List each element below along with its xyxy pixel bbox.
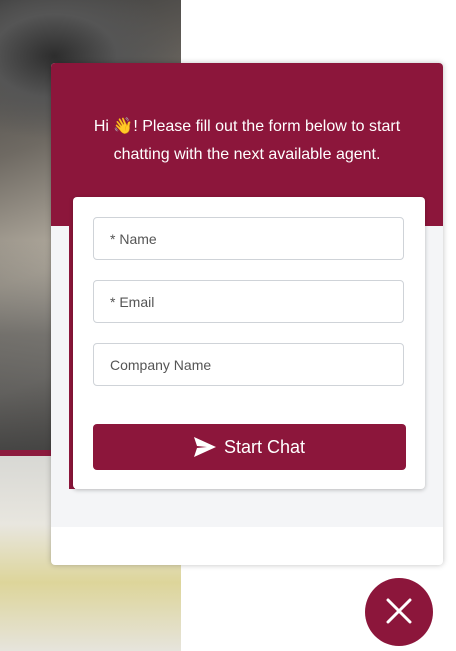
greeting-text: ! Please fill out the form below to star… [113,118,401,163]
close-chat-button[interactable] [365,578,433,646]
send-icon [193,437,216,457]
greeting-message: Hi 👋! Please fill out the form below to … [65,113,429,169]
start-chat-label: Start Chat [223,436,306,457]
greeting-prefix: Hi [93,118,114,135]
prechat-form: Start Chat [73,197,425,489]
chat-widget: Hi 👋! Please fill out the form below to … [51,63,443,565]
start-chat-button[interactable]: Start Chat [93,424,406,470]
waving-hand-icon: 👋 [113,118,134,135]
email-field[interactable] [93,280,404,323]
company-name-field[interactable] [93,343,404,386]
name-field[interactable] [93,217,404,260]
close-icon [386,598,412,627]
